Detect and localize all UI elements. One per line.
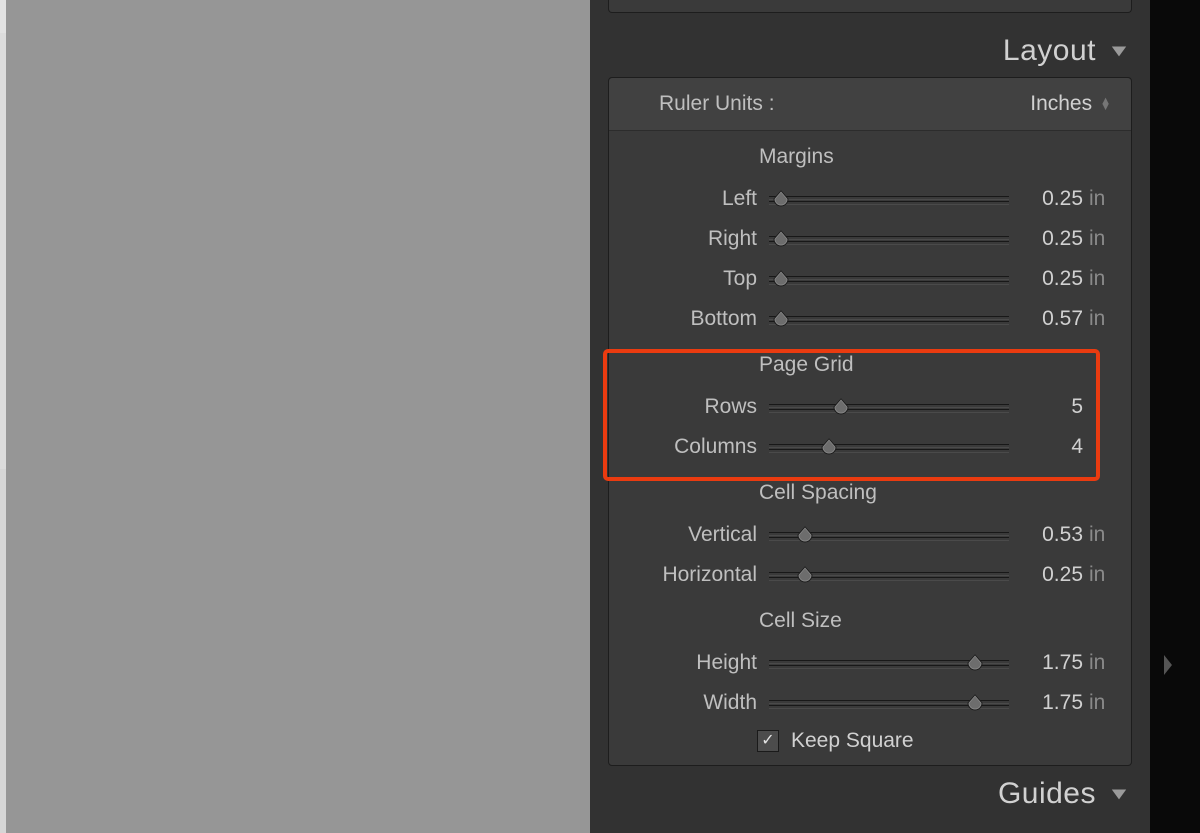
cell-width-value[interactable]: 1.75 — [1009, 691, 1083, 715]
cell-spacing-heading: Cell Spacing — [609, 481, 1131, 505]
cell-height-slider[interactable] — [769, 658, 1009, 668]
collapsed-previous-panel[interactable] — [608, 0, 1132, 13]
margin-bottom-label: Bottom — [609, 307, 769, 331]
collapse-icon — [1110, 777, 1128, 811]
vertical-value[interactable]: 0.53 — [1009, 523, 1083, 547]
margin-top-row: Top 0.25 in — [609, 259, 1131, 299]
margin-right-row: Right 0.25 in — [609, 219, 1131, 259]
unit-label: in — [1083, 563, 1111, 587]
left-ruler-segment — [0, 33, 6, 469]
horizontal-slider[interactable] — [769, 570, 1009, 580]
cell-height-label: Height — [609, 651, 769, 675]
columns-row: Columns 4 — [609, 427, 1131, 467]
ruler-units-label: Ruler Units : — [659, 92, 775, 116]
margin-bottom-value[interactable]: 0.57 — [1009, 307, 1083, 331]
left-ruler-segment — [0, 0, 6, 33]
cell-size-heading: Cell Size — [609, 609, 1131, 633]
rows-slider[interactable] — [769, 402, 1009, 412]
left-ruler-segment — [0, 469, 6, 833]
rows-row: Rows 5 — [609, 387, 1131, 427]
guides-panel-title: Guides — [998, 777, 1096, 811]
unit-label: in — [1083, 651, 1111, 675]
guides-panel-header[interactable]: Guides — [590, 770, 1150, 818]
checkmark-icon: ✓ — [761, 733, 774, 749]
margin-bottom-row: Bottom 0.57 in — [609, 299, 1131, 339]
cell-width-slider[interactable] — [769, 698, 1009, 708]
right-edge-strip[interactable] — [1150, 0, 1200, 833]
unit-label: in — [1083, 307, 1111, 331]
cell-height-value[interactable]: 1.75 — [1009, 651, 1083, 675]
vertical-spacing-row: Vertical 0.53 in — [609, 515, 1131, 555]
margins-heading: Margins — [609, 145, 1131, 169]
ruler-units-value: Inches — [1030, 92, 1092, 116]
vertical-label: Vertical — [609, 523, 769, 547]
vertical-slider[interactable] — [769, 530, 1009, 540]
unit-label: in — [1083, 267, 1111, 291]
collapse-icon — [1110, 34, 1128, 68]
unit-label: in — [1083, 227, 1111, 251]
dropdown-arrows-icon: ▲▼ — [1100, 98, 1111, 110]
keep-square-row: ✓ Keep Square — [609, 723, 1131, 753]
print-right-panel: Layout Ruler Units : Inches ▲▼ Margins L… — [590, 0, 1150, 833]
unit-label: in — [1083, 523, 1111, 547]
layout-panel-body: Ruler Units : Inches ▲▼ Margins Left 0.2… — [608, 77, 1132, 766]
margin-top-slider[interactable] — [769, 274, 1009, 284]
ruler-units-row: Ruler Units : Inches ▲▼ — [609, 78, 1131, 131]
unit-label: in — [1083, 691, 1111, 715]
page-grid-heading: Page Grid — [609, 353, 1131, 377]
keep-square-checkbox[interactable]: ✓ — [757, 730, 779, 752]
ruler-units-select[interactable]: Inches ▲▼ — [1030, 92, 1111, 116]
margin-right-value[interactable]: 0.25 — [1009, 227, 1083, 251]
columns-slider[interactable] — [769, 442, 1009, 452]
cell-width-label: Width — [609, 691, 769, 715]
cell-width-row: Width 1.75 in — [609, 683, 1131, 723]
margin-top-value[interactable]: 0.25 — [1009, 267, 1083, 291]
horizontal-label: Horizontal — [609, 563, 769, 587]
expand-right-panel-icon[interactable] — [1162, 655, 1174, 680]
columns-value[interactable]: 4 — [1009, 435, 1083, 459]
margin-left-row: Left 0.25 in — [609, 179, 1131, 219]
cell-height-row: Height 1.75 in — [609, 643, 1131, 683]
margin-right-slider[interactable] — [769, 234, 1009, 244]
margin-bottom-slider[interactable] — [769, 314, 1009, 324]
horizontal-value[interactable]: 0.25 — [1009, 563, 1083, 587]
layout-panel-header[interactable]: Layout — [590, 25, 1150, 77]
rows-value[interactable]: 5 — [1009, 395, 1083, 419]
margin-right-label: Right — [609, 227, 769, 251]
margin-left-slider[interactable] — [769, 194, 1009, 204]
keep-square-label: Keep Square — [791, 729, 914, 753]
preview-canvas — [0, 0, 590, 833]
margin-left-value[interactable]: 0.25 — [1009, 187, 1083, 211]
layout-panel-title: Layout — [1003, 34, 1096, 68]
margin-left-label: Left — [609, 187, 769, 211]
unit-label: in — [1083, 187, 1111, 211]
margin-top-label: Top — [609, 267, 769, 291]
columns-label: Columns — [609, 435, 769, 459]
horizontal-spacing-row: Horizontal 0.25 in — [609, 555, 1131, 595]
rows-label: Rows — [609, 395, 769, 419]
